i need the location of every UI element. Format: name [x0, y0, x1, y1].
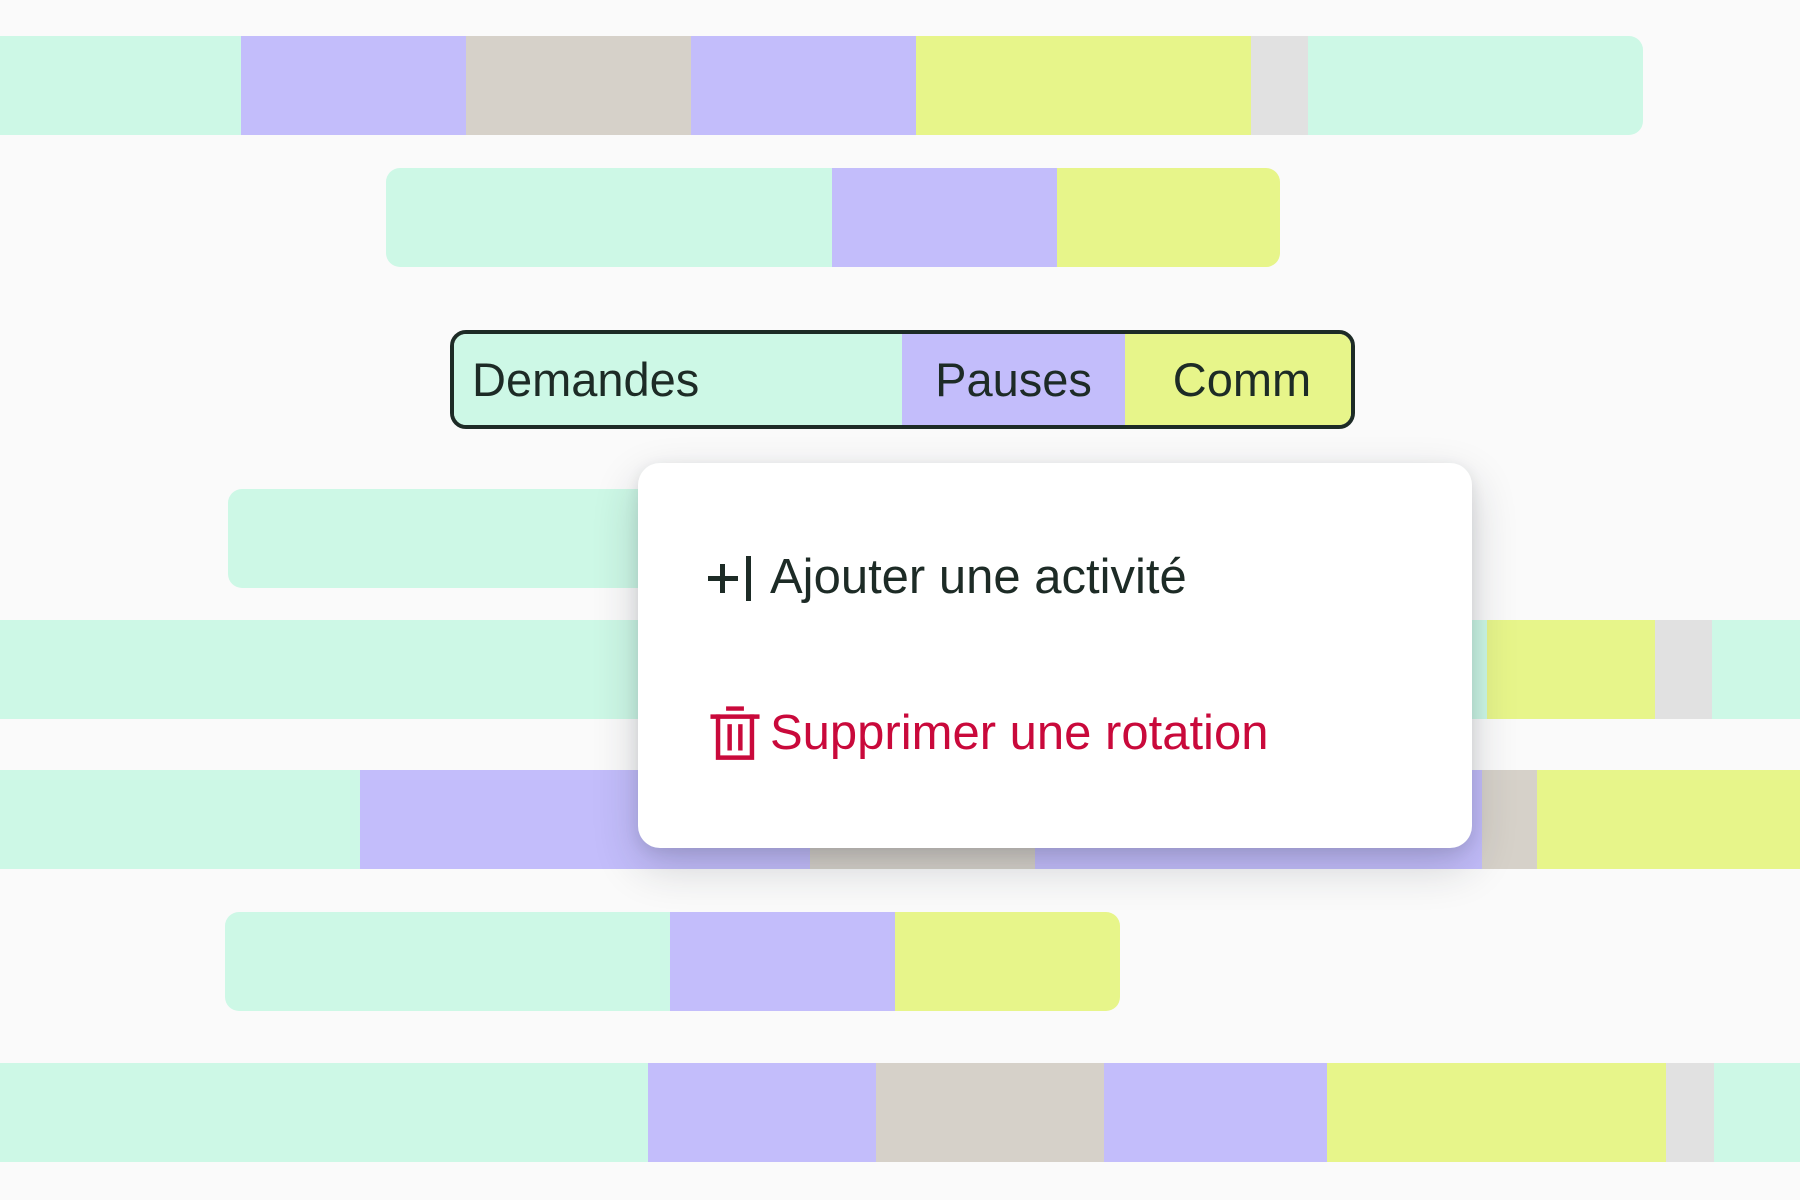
activity-segment-autre[interactable]: [876, 1063, 1104, 1162]
selected-rotation-row[interactable]: Demandes Pauses Comm: [450, 330, 1355, 429]
activity-segment-comm[interactable]: [895, 912, 1120, 1011]
activity-segment-pauses[interactable]: [648, 1063, 876, 1162]
menu-item-delete-rotation-label: Supprimer une rotation: [770, 706, 1269, 760]
selected-segment-label: Pauses: [935, 353, 1092, 406]
timeline-canvas: Demandes Pauses Comm Ajouter une activité: [0, 0, 1800, 1200]
selected-segment-comm[interactable]: Comm: [1125, 334, 1351, 425]
activity-segment-pauses[interactable]: [670, 912, 895, 1011]
rotation-row-7[interactable]: [225, 912, 1120, 1011]
activity-segment-autre[interactable]: [1482, 770, 1537, 869]
rotation-row-8[interactable]: [0, 1063, 1800, 1162]
activity-segment-demandes[interactable]: [0, 36, 241, 135]
activity-segment-indisponible[interactable]: [1251, 36, 1308, 135]
activity-segment-autre[interactable]: [466, 36, 691, 135]
plus-bar-icon: [708, 552, 770, 604]
selected-segment-demandes[interactable]: Demandes: [454, 334, 902, 425]
rotation-context-menu: Ajouter une activité Supprimer une rotat…: [638, 463, 1472, 848]
activity-segment-pauses[interactable]: [691, 36, 916, 135]
activity-segment-demandes[interactable]: [225, 912, 670, 1011]
activity-segment-demandes[interactable]: [0, 770, 360, 869]
activity-segment-comm[interactable]: [916, 36, 1251, 135]
trash-icon: [708, 705, 770, 763]
activity-segment-pauses[interactable]: [1104, 1063, 1327, 1162]
activity-segment-indisponible[interactable]: [1666, 1063, 1714, 1162]
activity-segment-pauses[interactable]: [832, 168, 1057, 267]
rotation-row-2[interactable]: [386, 168, 1280, 267]
activity-segment-comm[interactable]: [1057, 168, 1280, 267]
rotation-row-1[interactable]: [0, 36, 1643, 135]
menu-item-delete-rotation[interactable]: Supprimer une rotation: [638, 686, 1472, 782]
activity-segment-comm[interactable]: [1537, 770, 1800, 869]
activity-segment-pauses[interactable]: [241, 36, 466, 135]
selected-segment-pauses[interactable]: Pauses: [902, 334, 1125, 425]
activity-segment-demandes[interactable]: [1712, 620, 1800, 719]
menu-item-add-activity-label: Ajouter une activité: [770, 550, 1187, 604]
activity-segment-comm[interactable]: [1327, 1063, 1666, 1162]
activity-segment-demandes[interactable]: [0, 1063, 648, 1162]
activity-segment-comm[interactable]: [1487, 620, 1655, 719]
selected-segment-label: Demandes: [472, 353, 700, 406]
activity-segment-indisponible[interactable]: [1655, 620, 1712, 719]
activity-segment-demandes[interactable]: [1308, 36, 1643, 135]
activity-segment-demandes[interactable]: [386, 168, 832, 267]
menu-item-add-activity[interactable]: Ajouter une activité: [638, 530, 1472, 626]
selected-segment-label: Comm: [1172, 353, 1312, 406]
activity-segment-demandes[interactable]: [1714, 1063, 1800, 1162]
